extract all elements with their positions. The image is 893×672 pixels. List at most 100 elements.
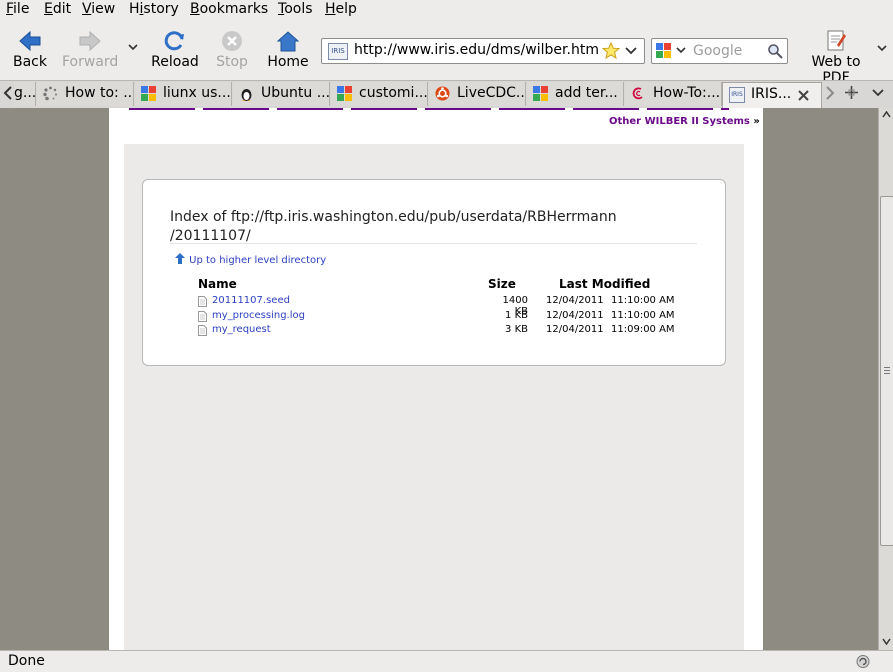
- google-icon: [337, 86, 352, 101]
- tab-partial-label: g...: [14, 85, 36, 101]
- menu-history[interactable]: History: [129, 1, 179, 17]
- scroll-up-arrow-icon[interactable]: [882, 111, 891, 118]
- google-engine-icon[interactable]: [655, 42, 675, 60]
- tab-liunx[interactable]: liunx us...: [135, 82, 232, 106]
- content-viewport: Other WILBER II Systems » Index of ftp:/…: [0, 108, 878, 650]
- search-engine-chevron-icon[interactable]: [676, 47, 686, 55]
- tab-label: Ubuntu ...: [261, 85, 330, 101]
- status-addon-icon[interactable]: [855, 654, 871, 669]
- google-icon: [533, 86, 548, 101]
- file-time: 11:09:00 AM: [611, 324, 675, 335]
- back-label: Back: [13, 54, 47, 70]
- tab-how-to-1[interactable]: How to: ...: [37, 82, 134, 106]
- pdf-icon: [827, 30, 846, 51]
- column-header-modified: Last Modified: [559, 277, 651, 291]
- file-date: 12/04/2011: [546, 295, 604, 306]
- menu-edit[interactable]: Edit: [44, 1, 71, 17]
- tab-strip: g... How to: ... liunx us... Ubuntu ... …: [0, 80, 893, 109]
- nav-underline-strip: [129, 108, 729, 110]
- vertical-scrollbar[interactable]: [878, 108, 893, 650]
- tab-how-to-2[interactable]: How-To:...: [625, 82, 722, 106]
- table-row: my_processing.log 1 KB 12/04/2011 11:10:…: [198, 310, 678, 324]
- back-arrow-icon: [19, 30, 41, 52]
- google-icon: [141, 86, 156, 101]
- file-size: 3 KB: [505, 324, 528, 335]
- url-text[interactable]: http://www.iris.edu/dms/wilber.htm: [354, 42, 599, 58]
- tab-label: IRIS...: [751, 86, 792, 102]
- back-button[interactable]: Back: [10, 30, 50, 70]
- web-to-pdf-button[interactable]: Web to PDF: [796, 30, 876, 86]
- column-header-name: Name: [198, 277, 237, 291]
- scroll-tabs-left-icon[interactable]: [3, 86, 13, 100]
- scroll-tabs-right-icon[interactable]: [825, 86, 835, 100]
- tab-label: LiveCDC...: [457, 85, 526, 101]
- tux-icon: [241, 89, 252, 101]
- menu-bar: File Edit View History Bookmarks Tools H…: [0, 0, 893, 20]
- home-icon: [276, 31, 300, 52]
- tab-ubuntu[interactable]: Ubuntu ...: [233, 82, 330, 106]
- list-all-tabs-chevron-icon[interactable]: [872, 89, 884, 98]
- stop-icon: [222, 31, 242, 51]
- column-header-size: Size: [488, 277, 516, 291]
- tab-partial[interactable]: g...: [14, 82, 36, 106]
- tab-add-ter[interactable]: add ter...: [527, 82, 624, 106]
- table-row: my_request 3 KB 12/04/2011 11:09:00 AM: [198, 324, 678, 338]
- url-dropdown-chevron-icon[interactable]: [625, 47, 637, 56]
- tab-label: customi...: [359, 85, 428, 101]
- toolbar-overflow-chevron-icon[interactable]: [876, 44, 888, 54]
- file-link[interactable]: my_processing.log: [212, 310, 305, 321]
- menu-file[interactable]: File: [6, 1, 29, 17]
- forward-label: Forward: [62, 54, 119, 70]
- close-tab-icon[interactable]: [797, 89, 810, 102]
- menu-view[interactable]: View: [82, 1, 115, 17]
- stop-label: Stop: [216, 54, 248, 70]
- directory-listing-box: Index of ftp://ftp.iris.washington.edu/p…: [142, 179, 726, 366]
- scroll-down-arrow-icon[interactable]: [882, 638, 891, 645]
- stop-button[interactable]: Stop: [213, 30, 251, 70]
- up-directory-link[interactable]: Up to higher level directory: [175, 252, 326, 267]
- reload-button[interactable]: Reload: [150, 30, 200, 70]
- tab-customi[interactable]: customi...: [331, 82, 428, 106]
- home-label: Home: [267, 54, 309, 70]
- site-favicon-icon: IRIS: [328, 43, 348, 60]
- search-icon[interactable]: [767, 43, 783, 59]
- loading-icon: [43, 86, 57, 101]
- file-size: 1 KB: [505, 310, 528, 321]
- file-time: 11:10:00 AM: [611, 310, 675, 321]
- menu-bookmarks[interactable]: Bookmarks: [190, 1, 268, 17]
- tab-label: liunx us...: [163, 85, 231, 101]
- file-icon: [198, 296, 207, 307]
- reload-icon: [164, 31, 184, 51]
- other-wilber-systems-link[interactable]: Other WILBER II Systems »: [609, 116, 760, 127]
- search-box[interactable]: Google: [651, 38, 788, 64]
- history-dropdown-chevron-icon[interactable]: [127, 42, 139, 52]
- title-divider: [170, 243, 697, 244]
- forward-button[interactable]: Forward: [62, 30, 118, 70]
- tab-livecdc[interactable]: LiveCDC...: [429, 82, 526, 106]
- home-button[interactable]: Home: [266, 30, 310, 70]
- file-icon: [198, 325, 207, 336]
- search-input[interactable]: Google: [693, 43, 742, 59]
- reload-label: Reload: [151, 54, 199, 70]
- bookmark-star-icon[interactable]: [602, 42, 620, 59]
- status-bar: Done: [0, 650, 893, 672]
- new-tab-plus-icon[interactable]: [844, 85, 859, 100]
- url-bar[interactable]: IRIS http://www.iris.edu/dms/wilber.htm: [321, 38, 645, 64]
- file-link[interactable]: 20111107.seed: [212, 295, 290, 306]
- tab-label: How to: ...: [65, 85, 134, 101]
- tab-label: How-To:...: [653, 85, 721, 101]
- table-row: 20111107.seed 1400 KB 12/04/2011 11:10:0…: [198, 295, 678, 317]
- debian-icon: [632, 87, 643, 100]
- menu-help[interactable]: Help: [325, 1, 357, 17]
- up-arrow-icon: [175, 253, 185, 264]
- scrollbar-thumb[interactable]: [880, 196, 893, 546]
- file-link[interactable]: my_request: [212, 324, 271, 335]
- file-date: 12/04/2011: [546, 324, 604, 335]
- ubuntu-icon: [435, 86, 450, 101]
- tab-iris-active[interactable]: IRIS IRIS...: [722, 82, 822, 108]
- iris-icon: IRIS: [729, 87, 745, 103]
- menu-tools[interactable]: Tools: [278, 1, 313, 17]
- index-title: Index of ftp://ftp.iris.washington.edu/p…: [170, 209, 617, 244]
- forward-arrow-icon: [79, 30, 101, 52]
- file-icon: [198, 311, 207, 322]
